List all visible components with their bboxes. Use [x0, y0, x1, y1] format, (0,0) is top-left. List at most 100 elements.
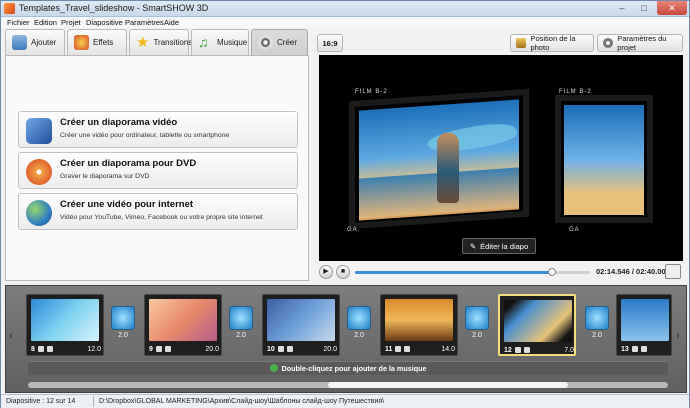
scroll-left-icon[interactable]: ‹	[9, 330, 13, 342]
photo-position-button[interactable]: Position de la photo	[510, 34, 594, 52]
transition-4[interactable]: 2.0	[464, 306, 490, 344]
sound-icon	[164, 346, 171, 352]
progress-fill	[355, 271, 553, 274]
transition-icon	[465, 306, 489, 330]
menu-projet[interactable]: Projet	[61, 18, 81, 27]
film-text: GA	[569, 227, 580, 233]
scrollbar-thumb[interactable]	[328, 382, 568, 388]
tab-effets[interactable]: Effets	[67, 29, 127, 55]
project-settings-label: Paramètres du projet	[617, 34, 667, 52]
tab-musique[interactable]: ♫ Musique	[191, 29, 249, 55]
transition-duration: 2.0	[472, 332, 482, 339]
transition-icon	[229, 306, 253, 330]
tab-ajouter[interactable]: Ajouter	[5, 29, 65, 55]
slide-duration: 12.0	[87, 345, 101, 353]
slide-footer: 10 20.0	[267, 344, 337, 354]
sound-icon	[404, 346, 411, 352]
menu-fichier[interactable]: Fichier	[7, 18, 30, 27]
sound-icon	[640, 346, 647, 352]
app-window: Templates_Travel_slideshow - SmartSHOW 3…	[0, 0, 690, 408]
create-video-option[interactable]: Créer un diaporama vidéo Créer une vidéo…	[18, 111, 298, 148]
timeline-scrollbar[interactable]	[28, 382, 668, 388]
slide-thumb-8[interactable]: 8 12.0	[26, 294, 104, 356]
fullscreen-button[interactable]	[665, 264, 681, 279]
slide-duration: 14.0	[441, 345, 455, 353]
play-button[interactable]: ▶	[319, 265, 333, 279]
add-folder-icon	[12, 35, 27, 50]
film-text: FILM B-2	[559, 89, 592, 95]
slide-number: 10	[267, 345, 275, 353]
option-subtitle: Créer une vidéo pour ordinateur, tablett…	[60, 132, 230, 139]
title-bar: Templates_Travel_slideshow - SmartSHOW 3…	[1, 1, 689, 17]
edit-icon	[395, 346, 402, 352]
preview-person	[437, 133, 459, 203]
tab-creer[interactable]: Créer	[251, 29, 308, 55]
photo-position-icon	[516, 38, 527, 48]
slide-footer: 8 12.0	[31, 344, 101, 354]
slide-image	[31, 299, 99, 341]
transition-5[interactable]: 2.0	[584, 306, 610, 344]
progress-slider[interactable]	[355, 268, 590, 276]
music-hint: Double-cliquez pour ajouter de la musiqu…	[281, 364, 427, 373]
status-bar: Diapositive : 12 sur 14 D:\Dropbox\GLOBA…	[1, 394, 689, 408]
close-button[interactable]: ✕	[657, 1, 687, 15]
slide-footer: 11 14.0	[385, 344, 455, 354]
slide-thumb-13[interactable]: 13	[616, 294, 672, 356]
menu-parametres[interactable]: Paramètres	[125, 18, 164, 27]
slide-thumb-11[interactable]: 11 14.0	[380, 294, 458, 356]
gear-icon	[603, 38, 614, 48]
app-logo-icon	[4, 3, 15, 14]
time-readout: 02:14.546 / 02:40.000	[596, 267, 670, 276]
slide-duration: 20.0	[323, 345, 337, 353]
slide-thumb-12[interactable]: 12 7.0	[498, 294, 576, 356]
option-title: Créer un diaporama pour DVD	[60, 158, 197, 169]
edit-icon	[514, 347, 521, 353]
transition-duration: 2.0	[592, 332, 602, 339]
slide-thumb-10[interactable]: 10 20.0	[262, 294, 340, 356]
edit-icon	[155, 346, 162, 352]
tab-label: Ajouter	[31, 38, 57, 47]
music-note-icon: ♫	[198, 34, 209, 50]
project-settings-button[interactable]: Paramètres du projet	[597, 34, 683, 52]
transition-2[interactable]: 2.0	[228, 306, 254, 344]
transition-icon	[585, 306, 609, 330]
maximize-button[interactable]: □	[633, 1, 655, 15]
music-add-icon	[269, 364, 278, 372]
project-path: D:\Dropbox\GLOBAL MARKETING\Архив\Слайд-…	[99, 398, 385, 405]
edit-slide-button[interactable]: ✎ Éditer la diapo	[462, 238, 536, 254]
slide-image	[149, 299, 217, 341]
menu-diapositive[interactable]: Diapositive	[86, 18, 123, 27]
transition-3[interactable]: 2.0	[346, 306, 372, 344]
create-internet-option[interactable]: Créer une vidéo pour internet Vidéo pour…	[18, 193, 298, 230]
video-devices-icon	[26, 118, 52, 144]
palette-icon	[74, 35, 89, 50]
option-subtitle: Vidéo pour YouTube, Vimeo, Facebook ou v…	[60, 214, 263, 221]
player-bar: ▶ ■ 02:14.546 / 02:40.000	[319, 263, 683, 281]
progress-handle[interactable]	[548, 268, 557, 276]
menu-edition[interactable]: Edition	[34, 18, 57, 27]
window-title: Templates_Travel_slideshow - SmartSHOW 3…	[19, 3, 209, 13]
scroll-right-icon[interactable]: ›	[676, 330, 680, 342]
stop-button[interactable]: ■	[336, 265, 350, 279]
music-track[interactable]: Double-cliquez pour ajouter de la musiqu…	[28, 361, 668, 375]
pencil-icon: ✎	[469, 241, 477, 251]
create-panel: Créer un diaporama vidéo Créer une vidéo…	[5, 55, 309, 281]
minimize-button[interactable]: –	[611, 1, 633, 15]
tab-transitions[interactable]: ★ Transitions	[129, 29, 192, 55]
slide-preview[interactable]: FILM B-2 FILM B-2 GA GA ✎ Éditer la diap…	[319, 55, 683, 261]
slide-thumb-9[interactable]: 9 20.0	[144, 294, 222, 356]
tab-label: Effets	[93, 38, 114, 47]
aspect-ratio-button[interactable]: 16:9	[317, 34, 343, 52]
create-dvd-option[interactable]: Créer un diaporama pour DVD Graver le di…	[18, 152, 298, 189]
slide-number: 12	[504, 346, 512, 354]
dvd-disc-icon	[26, 159, 52, 185]
menu-aide[interactable]: Aide	[164, 18, 179, 27]
slide-number: 9	[149, 345, 153, 353]
option-title: Créer un diaporama vidéo	[60, 117, 178, 128]
edit-icon	[37, 346, 44, 352]
tab-label: Créer	[277, 38, 298, 47]
slide-footer: 13	[621, 344, 671, 354]
slide-image	[621, 299, 669, 341]
transition-1[interactable]: 2.0	[110, 306, 136, 344]
slide-timeline: ‹ › 8 12.0 2.0 9 20.0 2.0 10 20.0 2.0 11 14.…	[5, 285, 687, 393]
